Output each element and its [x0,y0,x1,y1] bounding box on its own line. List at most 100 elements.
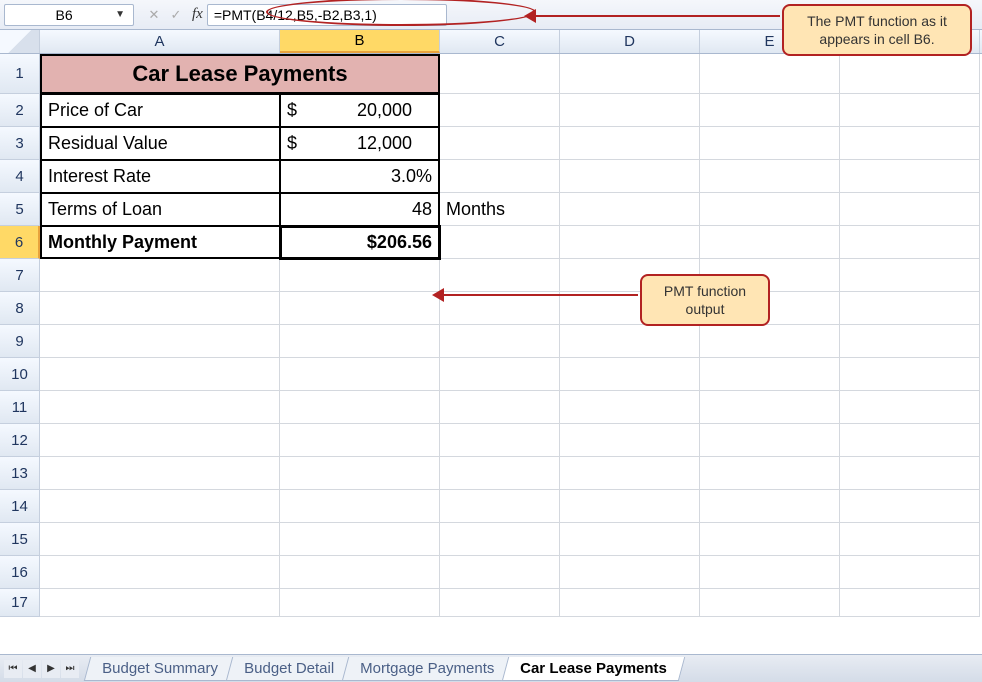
cell-C16[interactable] [440,556,560,589]
cell-B9[interactable] [280,325,440,358]
cell-F9[interactable] [840,325,980,358]
confirm-icon[interactable]: ✓ [166,5,186,25]
cell-E6[interactable] [700,226,840,259]
formula-input[interactable]: =PMT(B4/12,B5,-B2,B3,1) [207,4,447,26]
cell-F7[interactable] [840,259,980,292]
cell-F3[interactable] [840,127,980,160]
cell-A5[interactable]: Terms of Loan [40,193,280,226]
cell-E5[interactable] [700,193,840,226]
cell-B15[interactable] [280,523,440,556]
cell-E2[interactable] [700,94,840,127]
cell-B10[interactable] [280,358,440,391]
name-box[interactable]: B6 ▼ [4,4,134,26]
cell-F13[interactable] [840,457,980,490]
row-header-2[interactable]: 2 [0,94,40,127]
cell-A13[interactable] [40,457,280,490]
tab-mortgage-payments[interactable]: Mortgage Payments [342,657,513,681]
row-header-4[interactable]: 4 [0,160,40,193]
row-header-10[interactable]: 10 [0,358,40,391]
col-header-D[interactable]: D [560,30,700,53]
cell-E9[interactable] [700,325,840,358]
cell-C11[interactable] [440,391,560,424]
cell-C10[interactable] [440,358,560,391]
cell-A3[interactable]: Residual Value [40,127,280,160]
cell-A12[interactable] [40,424,280,457]
cell-F15[interactable] [840,523,980,556]
row-header-15[interactable]: 15 [0,523,40,556]
cell-D12[interactable] [560,424,700,457]
row-header-3[interactable]: 3 [0,127,40,160]
cell-F16[interactable] [840,556,980,589]
cell-F6[interactable] [840,226,980,259]
row-header-17[interactable]: 17 [0,589,40,617]
row-header-9[interactable]: 9 [0,325,40,358]
cell-F8[interactable] [840,292,980,325]
cell-E14[interactable] [700,490,840,523]
cell-E10[interactable] [700,358,840,391]
cell-E16[interactable] [700,556,840,589]
cell-D3[interactable] [560,127,700,160]
cell-E3[interactable] [700,127,840,160]
row-header-5[interactable]: 5 [0,193,40,226]
cell-F17[interactable] [840,589,980,617]
cell-F14[interactable] [840,490,980,523]
cell-D4[interactable] [560,160,700,193]
cell-B13[interactable] [280,457,440,490]
cell-A11[interactable] [40,391,280,424]
cell-F5[interactable] [840,193,980,226]
cell-B11[interactable] [280,391,440,424]
cell-A15[interactable] [40,523,280,556]
tab-car-lease-payments[interactable]: Car Lease Payments [502,657,685,681]
cell-D6[interactable] [560,226,700,259]
select-all-corner[interactable] [0,30,40,53]
cell-C8[interactable] [440,292,560,325]
cell-E11[interactable] [700,391,840,424]
cell-C12[interactable] [440,424,560,457]
cell-B17[interactable] [280,589,440,617]
fx-icon[interactable]: fx [192,6,203,23]
row-header-8[interactable]: 8 [0,292,40,325]
row-header-1[interactable]: 1 [0,54,40,94]
cell-D5[interactable] [560,193,700,226]
tab-prev-icon[interactable]: ◀ [23,660,41,678]
row-header-11[interactable]: 11 [0,391,40,424]
cell-C14[interactable] [440,490,560,523]
cell-D10[interactable] [560,358,700,391]
cell-E15[interactable] [700,523,840,556]
cell-D1[interactable] [560,54,700,94]
cell-D9[interactable] [560,325,700,358]
cell-F1[interactable] [840,54,980,94]
cell-B2[interactable]: $ 20,000 [280,94,440,127]
cell-D15[interactable] [560,523,700,556]
cell-F10[interactable] [840,358,980,391]
cell-E13[interactable] [700,457,840,490]
cell-E1[interactable] [700,54,840,94]
cell-C15[interactable] [440,523,560,556]
cell-C13[interactable] [440,457,560,490]
cell-F11[interactable] [840,391,980,424]
cell-D13[interactable] [560,457,700,490]
cell-B12[interactable] [280,424,440,457]
cell-C9[interactable] [440,325,560,358]
cell-A17[interactable] [40,589,280,617]
cell-A14[interactable] [40,490,280,523]
name-box-dropdown-icon[interactable]: ▼ [115,9,125,20]
cell-E17[interactable] [700,589,840,617]
cell-A10[interactable] [40,358,280,391]
cell-C17[interactable] [440,589,560,617]
cell-B8[interactable] [280,292,440,325]
cell-C1[interactable] [440,54,560,94]
cell-C3[interactable] [440,127,560,160]
cell-B14[interactable] [280,490,440,523]
tab-first-icon[interactable]: ⏮ [4,660,22,678]
cell-B7[interactable] [280,259,440,292]
cell-A6[interactable]: Monthly Payment [40,226,280,259]
cell-D17[interactable] [560,589,700,617]
col-header-C[interactable]: C [440,30,560,53]
cell-C4[interactable] [440,160,560,193]
cell-A4[interactable]: Interest Rate [40,160,280,193]
col-header-B[interactable]: B [280,30,440,53]
tab-last-icon[interactable]: ⏭ [61,660,79,678]
cell-C7[interactable] [440,259,560,292]
cell-D14[interactable] [560,490,700,523]
